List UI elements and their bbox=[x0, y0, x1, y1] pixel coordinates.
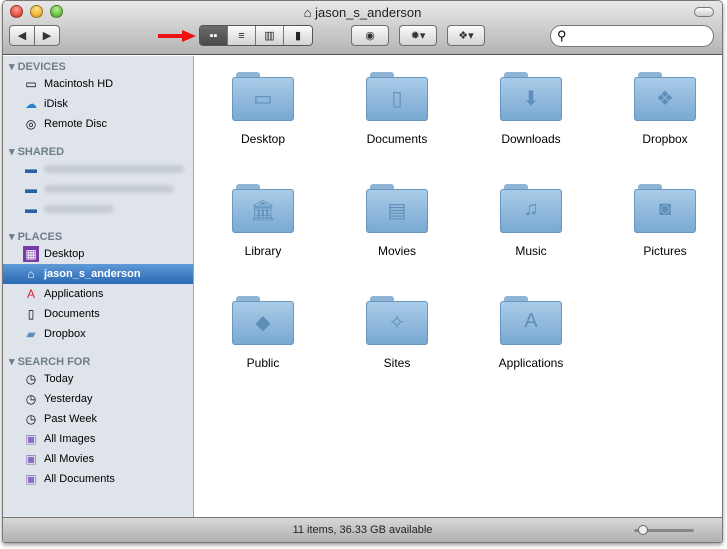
folder-desktop[interactable]: ▭ Desktop bbox=[203, 70, 323, 146]
home-icon: ⌂ bbox=[303, 5, 312, 20]
status-text: 11 items, 36.33 GB available bbox=[292, 524, 433, 536]
laptop-icon: ▬ bbox=[25, 202, 37, 216]
home-icon: ⌂ bbox=[27, 267, 35, 281]
column-view-button[interactable]: ▥ bbox=[256, 26, 284, 45]
dropbox-button[interactable]: ❖▾ bbox=[447, 25, 485, 46]
sidebar-item-shared-computer[interactable]: ▬ bbox=[3, 179, 193, 199]
dropbox-icon: ❖▾ bbox=[458, 30, 474, 42]
disc-icon: ◎ bbox=[25, 117, 37, 131]
icon-view: ▭ Desktop ▯ Documents ⬇ Downloads ❖ Dropbox … bbox=[195, 56, 722, 517]
sidebar-item-today[interactable]: ◷ Today bbox=[3, 369, 193, 389]
sidebar-item-all-documents[interactable]: ▣ All Documents bbox=[3, 469, 193, 489]
section-devices[interactable]: ▾ DEVICES bbox=[9, 60, 66, 73]
status-bar: 11 items, 36.33 GB available bbox=[3, 517, 722, 542]
applications-folder-icon: A bbox=[500, 294, 562, 346]
search-input[interactable] bbox=[570, 29, 701, 43]
sidebar-item-desktop[interactable]: ▦ Desktop bbox=[3, 244, 193, 264]
folder-applications[interactable]: A Applications bbox=[471, 294, 591, 370]
blurred-name bbox=[44, 185, 174, 193]
movies-folder-icon: ▤ bbox=[366, 182, 428, 234]
sidebar-item-remote-disc[interactable]: ◎ Remote Disc bbox=[3, 114, 193, 134]
sidebar-item-past-week[interactable]: ◷ Past Week bbox=[3, 409, 193, 429]
clock-icon: ◷ bbox=[25, 372, 37, 386]
clock-icon: ◷ bbox=[25, 392, 37, 406]
documents-folder-icon: ▯ bbox=[366, 70, 428, 122]
sidebar-item-dropbox[interactable]: ▰ Dropbox bbox=[3, 324, 193, 344]
action-button[interactable]: ✹▾ bbox=[399, 25, 437, 46]
smart-folder-icon: ▣ bbox=[25, 432, 37, 446]
search-icon: ⚲ bbox=[557, 28, 567, 43]
section-search-for[interactable]: ▾ SEARCH FOR bbox=[9, 355, 90, 368]
title-bar: ⌂ jason_s_anderson ◀ ▶ ▪▪ ≡ ▥ ▮ ◉ ✹▾ ❖▾ … bbox=[3, 1, 722, 55]
slider-knob[interactable] bbox=[638, 525, 648, 535]
eye-icon: ◉ bbox=[365, 30, 375, 42]
icon-size-slider[interactable] bbox=[634, 525, 694, 535]
folder-library[interactable]: 🏛 Library bbox=[203, 182, 323, 258]
sidebar-item-applications[interactable]: A Applications bbox=[3, 284, 193, 304]
window-title: jason_s_anderson bbox=[315, 5, 422, 20]
sidebar-item-idisk[interactable]: ☁ iDisk bbox=[3, 94, 193, 114]
sidebar-item-shared-computer[interactable]: ▬ bbox=[3, 159, 193, 179]
forward-icon: ▶ bbox=[42, 30, 52, 42]
public-folder-icon: ◆ bbox=[232, 294, 294, 346]
gear-icon: ✹▾ bbox=[410, 30, 426, 42]
back-icon: ◀ bbox=[17, 30, 27, 42]
pictures-folder-icon: ◙ bbox=[634, 182, 696, 234]
sidebar-item-home[interactable]: ⌂ jason_s_anderson bbox=[3, 264, 193, 284]
desktop-folder-icon: ▭ bbox=[232, 70, 294, 122]
idisk-icon: ☁ bbox=[25, 97, 37, 111]
hard-drive-icon: ▭ bbox=[25, 77, 37, 91]
sidebar-item-macintosh-hd[interactable]: ▭ Macintosh HD bbox=[3, 74, 193, 94]
view-mode-control: ▪▪ ≡ ▥ ▮ bbox=[199, 25, 313, 46]
section-places[interactable]: ▾ PLACES bbox=[9, 230, 62, 243]
section-shared[interactable]: ▾ SHARED bbox=[9, 145, 64, 158]
folder-public[interactable]: ◆ Public bbox=[203, 294, 323, 370]
sidebar-item-documents[interactable]: ▯ Documents bbox=[3, 304, 193, 324]
clock-icon: ◷ bbox=[25, 412, 37, 426]
sidebar-item-shared-computer[interactable]: ▬ bbox=[3, 199, 193, 219]
document-icon: ▯ bbox=[27, 307, 35, 321]
music-folder-icon: ♫ bbox=[500, 182, 562, 234]
back-button[interactable]: ◀ bbox=[9, 25, 35, 46]
sites-folder-icon: ✧ bbox=[366, 294, 428, 346]
sidebar-item-yesterday[interactable]: ◷ Yesterday bbox=[3, 389, 193, 409]
sidebar-item-all-images[interactable]: ▣ All Images bbox=[3, 429, 193, 449]
toolbar-toggle-button[interactable] bbox=[694, 7, 714, 17]
folder-music[interactable]: ♫ Music bbox=[471, 182, 591, 258]
folder-documents[interactable]: ▯ Documents bbox=[337, 70, 457, 146]
list-view-button[interactable]: ≡ bbox=[228, 26, 256, 45]
folder-pictures[interactable]: ◙ Pictures bbox=[605, 182, 722, 258]
icon-view-button[interactable]: ▪▪ bbox=[200, 26, 228, 45]
smart-folder-icon: ▣ bbox=[25, 472, 37, 486]
cover-flow-button[interactable]: ▮ bbox=[284, 26, 312, 45]
laptop-icon: ▬ bbox=[25, 162, 37, 176]
folder-downloads[interactable]: ⬇ Downloads bbox=[471, 70, 591, 146]
search-field[interactable]: ⚲ bbox=[550, 25, 714, 47]
sidebar: ▾ DEVICES ▭ Macintosh HD ☁ iDisk ◎ Remote D… bbox=[3, 56, 194, 517]
downloads-folder-icon: ⬇ bbox=[500, 70, 562, 122]
forward-button[interactable]: ▶ bbox=[34, 25, 60, 46]
blurred-name bbox=[44, 165, 184, 173]
folder-dropbox[interactable]: ❖ Dropbox bbox=[605, 70, 722, 146]
applications-icon: A bbox=[26, 287, 35, 301]
folder-sites[interactable]: ✧ Sites bbox=[337, 294, 457, 370]
desktop-icon: ▦ bbox=[23, 246, 39, 262]
red-arrow-annotation bbox=[158, 30, 196, 42]
folder-icon: ▰ bbox=[26, 327, 36, 341]
sidebar-item-all-movies[interactable]: ▣ All Movies bbox=[3, 449, 193, 469]
dropbox-folder-icon: ❖ bbox=[634, 70, 696, 122]
quick-look-button[interactable]: ◉ bbox=[351, 25, 389, 46]
finder-window: ⌂ jason_s_anderson ◀ ▶ ▪▪ ≡ ▥ ▮ ◉ ✹▾ ❖ ▾ … bbox=[2, 0, 723, 543]
laptop-icon: ▬ bbox=[25, 182, 37, 196]
folder-movies[interactable]: ▤ Movies bbox=[337, 182, 457, 258]
blurred-name bbox=[44, 205, 114, 213]
smart-folder-icon: ▣ bbox=[25, 452, 37, 466]
library-folder-icon: 🏛 bbox=[232, 182, 294, 234]
